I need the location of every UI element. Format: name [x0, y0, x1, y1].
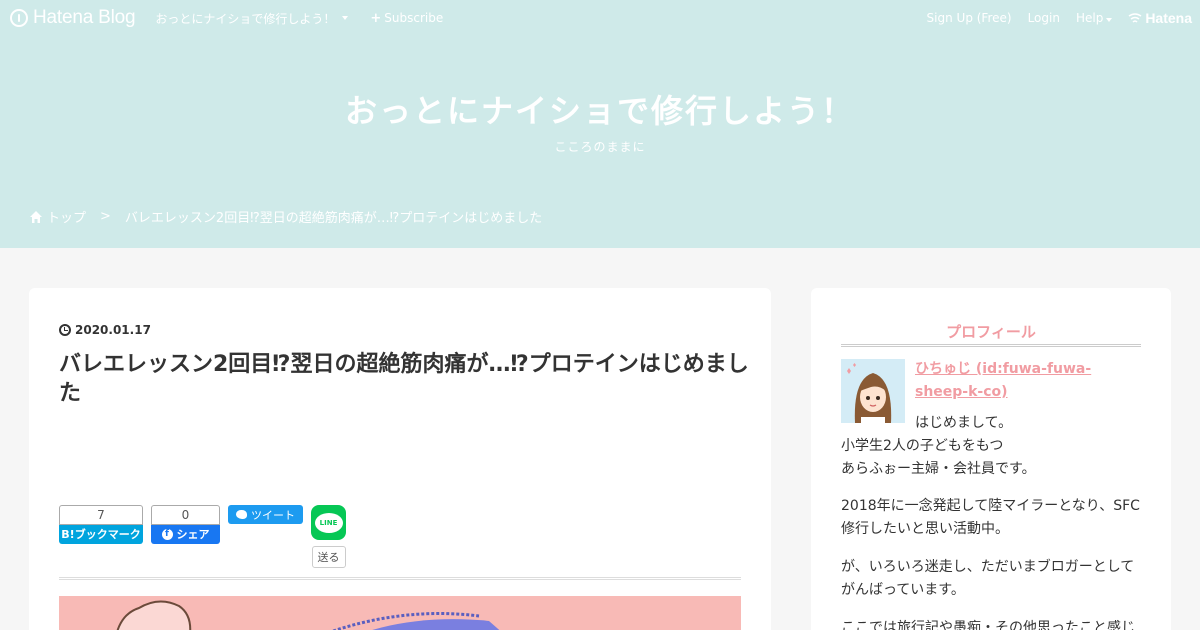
- line-send-button[interactable]: 送る: [311, 546, 346, 568]
- twitter-bird-icon: [236, 510, 247, 519]
- signup-link[interactable]: Sign Up (Free): [927, 11, 1012, 25]
- global-header: Hatena Blog おっとにナイショで修行しよう！ + Subscribe …: [0, 0, 1200, 36]
- entry-date-text: 2020.01.17: [75, 323, 151, 337]
- hatena-bookmark-button[interactable]: 7 B!ブックマーク: [59, 505, 143, 544]
- login-link[interactable]: Login: [1028, 11, 1060, 25]
- subscribe-button[interactable]: + Subscribe: [370, 11, 443, 26]
- hatena-logo-text: Hatena: [1145, 10, 1192, 26]
- entry-divider: [59, 577, 741, 580]
- blog-description: こころのままに: [554, 140, 646, 154]
- profile-avatar[interactable]: [841, 359, 905, 423]
- tweet-button[interactable]: ツイート: [228, 505, 303, 524]
- help-menu[interactable]: Help: [1075, 11, 1113, 25]
- profile-paragraph-4: ここでは旅行記や愚痴・その他思ったこと感じ: [841, 620, 1135, 630]
- facebook-share-count: 0: [151, 505, 220, 525]
- breadcrumb-home-link[interactable]: トップ: [47, 207, 86, 226]
- profile-name-link[interactable]: ひちゅじ (id:fuwa-fuwa-sheep-k-co): [915, 358, 1141, 404]
- facebook-icon: f: [161, 529, 173, 540]
- breadcrumb-separator: >: [100, 209, 111, 224]
- blog-name-label: おっとにナイショで修行しよう！: [155, 11, 336, 26]
- line-icon-text: LINE: [314, 512, 343, 533]
- profile-text-line-2: 小学生2人の子どもをもつ: [841, 438, 1004, 454]
- caret-down-icon: [1106, 18, 1113, 22]
- share-buttons: 7 B!ブックマーク 0 f シェア ツイート LINE 送る: [59, 505, 346, 568]
- help-label: Help: [1075, 11, 1104, 25]
- profile-text-line-3: あらふぉー主婦・会社員です。: [841, 461, 1036, 477]
- brand-text: Hatena Blog: [33, 7, 136, 28]
- hatena-logo[interactable]: Hatena: [1128, 10, 1192, 26]
- plus-icon: +: [370, 10, 382, 26]
- eyecatch-illustration: [116, 600, 500, 630]
- facebook-share-label: シェア: [176, 528, 210, 541]
- subscribe-label: Subscribe: [384, 11, 444, 25]
- breadcrumb: トップ > バレエレッスン2回目⁉翌日の超絶筋肉痛が…⁉プロテインはじめました: [29, 207, 542, 226]
- entry-date[interactable]: 2020.01.17: [59, 323, 151, 337]
- profile-paragraph-3: が、いろいろ迷走し、ただいまブロガーとしてがんばっています。: [841, 559, 1135, 598]
- profile-title: プロフィール: [946, 323, 1036, 341]
- profile-text-line-1: はじめまして。: [915, 415, 1013, 431]
- line-icon[interactable]: LINE: [311, 505, 346, 540]
- caret-down-icon: [342, 16, 349, 20]
- hatena-blog-icon: [10, 9, 28, 27]
- home-icon: [30, 210, 42, 223]
- hatena-blog-logo[interactable]: Hatena Blog: [10, 7, 136, 29]
- entry-title[interactable]: バレエレッスン2回目⁉翌日の超絶筋肉痛が…⁉プロテインはじめました: [59, 350, 749, 408]
- facebook-share-button[interactable]: 0 f シェア: [151, 505, 220, 544]
- profile-title-rule: [841, 344, 1141, 347]
- entry-eyecatch-image: [59, 596, 741, 630]
- blog-name-menu[interactable]: おっとにナイショで修行しよう！: [155, 10, 349, 27]
- hatena-bookmark-label[interactable]: B!ブックマーク: [59, 525, 143, 544]
- breadcrumb-current: バレエレッスン2回目⁉翌日の超絶筋肉痛が…⁉プロテインはじめました: [124, 211, 543, 226]
- facebook-share-label-row[interactable]: f シェア: [151, 525, 220, 544]
- blog-header: おっとにナイショで修行しよう！ こころのままに トップ > バレエレッスン2回目…: [0, 0, 1200, 248]
- clock-icon: [59, 324, 71, 336]
- hatena-bookmark-count[interactable]: 7: [59, 505, 143, 525]
- profile-module: プロフィール ひちゅじ (id:fuwa-fuwa-sheep-k-co) はじ…: [811, 288, 1171, 630]
- entry-card: 2020.01.17 バレエレッスン2回目⁉翌日の超絶筋肉痛が…⁉プロテインはじ…: [29, 288, 771, 630]
- blog-title[interactable]: おっとにナイショで修行しよう！: [0, 86, 1200, 132]
- hatena-logo-icon: [1128, 13, 1142, 23]
- tweet-label: ツイート: [251, 508, 295, 522]
- line-share: LINE 送る: [311, 505, 346, 568]
- avatar-illustration: [841, 359, 905, 423]
- profile-paragraph-2: 2018年に一念発起して陸マイラーとなり、SFC修行したいと思い活動中。: [841, 498, 1140, 537]
